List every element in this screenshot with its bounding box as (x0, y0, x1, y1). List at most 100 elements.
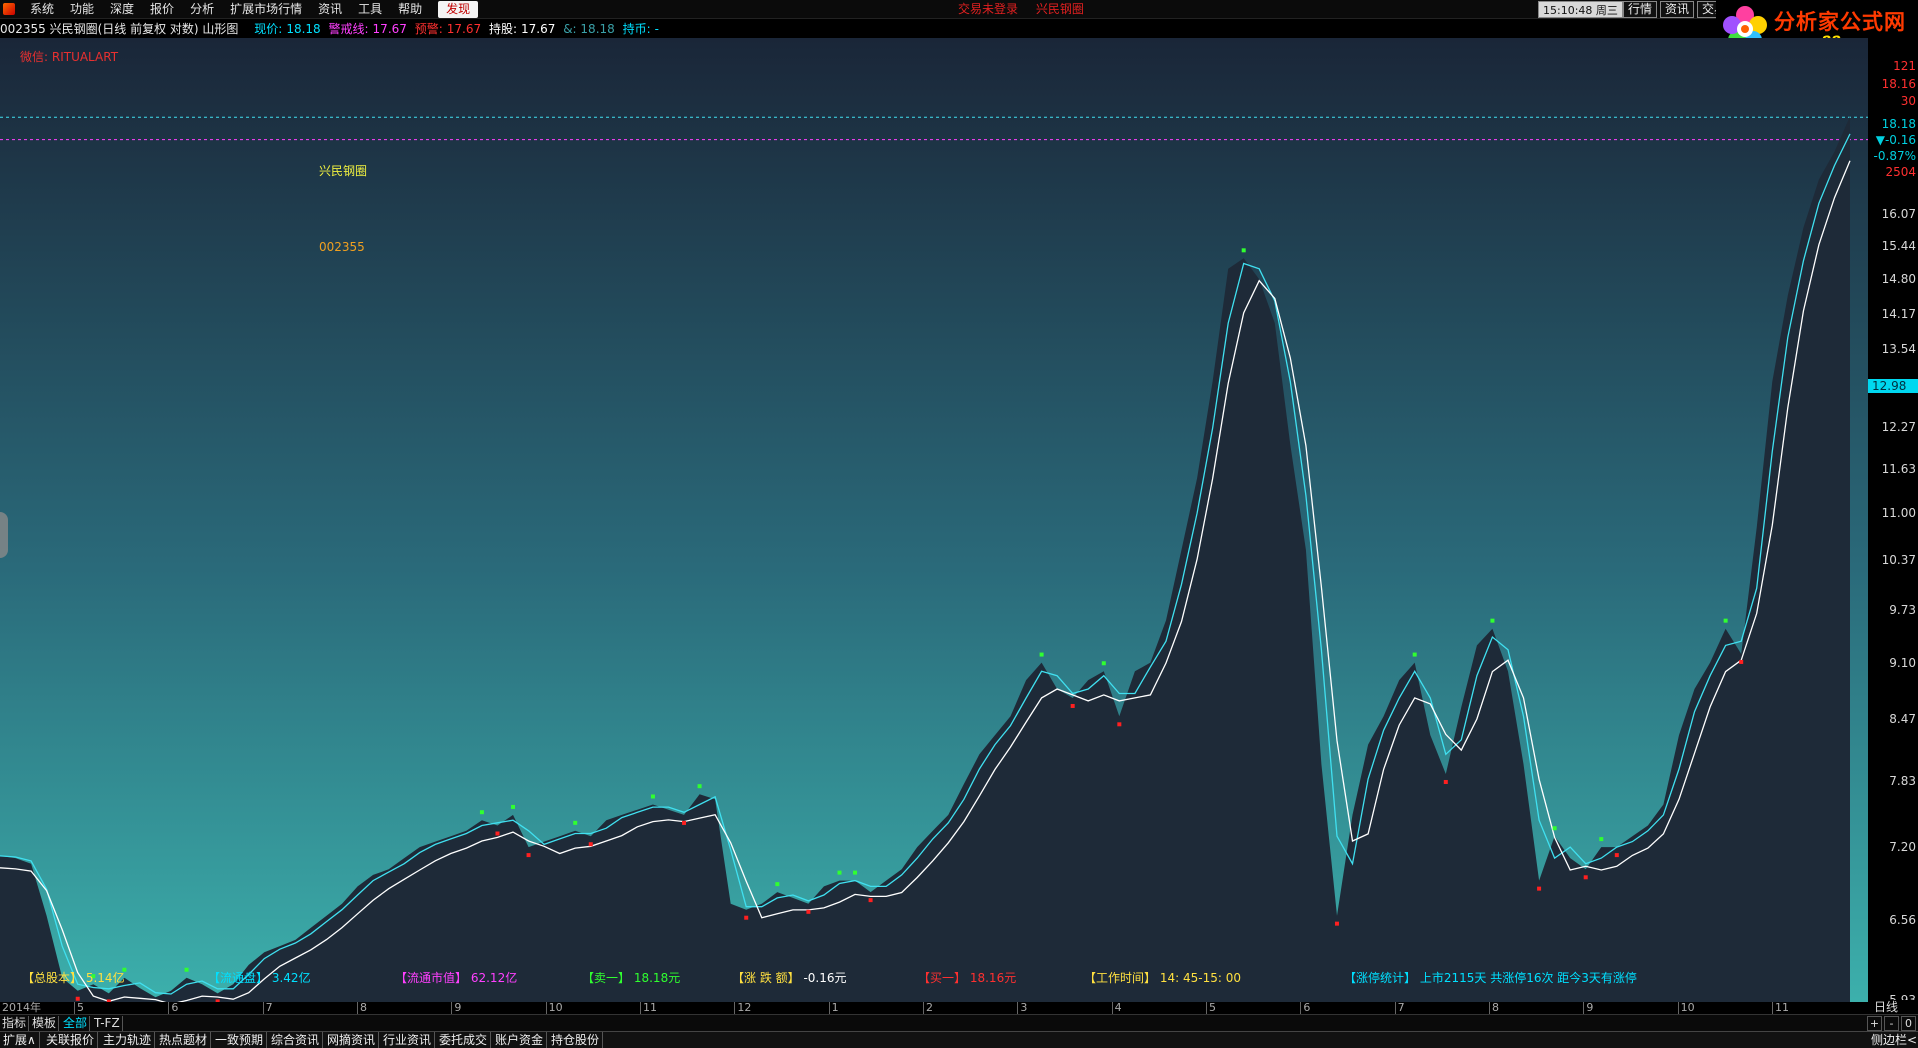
stat-work-time: 【工作时间】 14: 45-15: 00 (1084, 971, 1241, 985)
stat-bid1: 【买一】 18.16元 (918, 971, 1017, 985)
clock: 15:10:48 周三 (1538, 1, 1623, 18)
tab-consensus[interactable]: 一致预期 (212, 1032, 268, 1048)
trade-login-status[interactable]: 交易未登录 (958, 2, 1018, 16)
sell-signal-dot (1537, 886, 1542, 891)
current-stock-name: 兴民钢圈 (1035, 2, 1084, 16)
app-logo-icon[interactable] (3, 3, 15, 15)
tab-hot-topics[interactable]: 热点题材 (156, 1032, 212, 1048)
buy-signal-dot (1039, 652, 1044, 657)
tab-indicator[interactable]: 指标 (0, 1016, 30, 1031)
month-tick-label: 6 (168, 1002, 178, 1014)
tab-related-quotes[interactable]: 关联报价 (43, 1032, 99, 1048)
price-tick-label: 13.54 (1881, 342, 1916, 357)
coin-value: - (654, 22, 659, 36)
price-axis: 121 18.16 30 18.18 ▼-0.16 -0.87% 2504 16… (1868, 38, 1918, 1006)
period-label[interactable]: 日线 (1868, 1000, 1918, 1014)
menu-item-extended-market[interactable]: 扩展市场行情 (222, 1, 310, 18)
price-value: 18.18 (286, 22, 321, 36)
tab-market[interactable]: 行情 (1623, 1, 1658, 18)
price-tick-label: 9.10 (1889, 655, 1916, 670)
stat-ask1: 【卖一】 18.18元 (582, 971, 681, 985)
buy-signal-dot (1412, 652, 1417, 657)
sell-signal-dot (744, 915, 749, 920)
tab-t-fz[interactable]: T-FZ (92, 1016, 123, 1031)
top-tabs: 行情 资讯 交易 (1620, 1, 1732, 18)
tab-orders[interactable]: 委托成交 (436, 1032, 492, 1048)
price-tick-label: 11.63 (1881, 462, 1916, 477)
price-tick-label: 10.37 (1881, 552, 1916, 567)
buy-signal-dot (1490, 618, 1495, 623)
left-panel-handle[interactable] (0, 512, 8, 558)
hold-label: 持股: (488, 22, 518, 36)
rp-volume: 2504 (1885, 165, 1916, 179)
menu-item-tools[interactable]: 工具 (350, 1, 390, 18)
price-tick-label: 11.00 (1881, 506, 1916, 521)
date-axis: 2014年 5 6 7 8 9 10 11 12 1 2 3 4 5 6 7 8 9 10 11 (0, 1002, 1868, 1014)
coin-label: 持币: (622, 22, 651, 36)
chart-title[interactable]: 002355 兴民钢圈(日线 前复权 对数) 山形图 (0, 22, 238, 36)
menu-item-system[interactable]: 系统 (22, 1, 62, 18)
month-tick-label: 5 (1206, 1002, 1216, 1014)
month-tick-label: 9 (1583, 1002, 1593, 1014)
tab-all[interactable]: 全部 (61, 1016, 91, 1031)
price-tick-label: 6.56 (1889, 913, 1916, 928)
menu-item-news[interactable]: 资讯 (310, 1, 350, 18)
amp-value: &: 18.18 (563, 22, 615, 36)
buy-signal-dot (1723, 618, 1728, 623)
login-status: 交易未登录 兴民钢圈 (958, 1, 1098, 18)
menu-item-help[interactable]: 帮助 (390, 1, 430, 18)
stat-change-amount: 【涨 跌 额】 -0.16元 (732, 971, 847, 985)
sell-signal-dot (682, 820, 687, 825)
month-tick-label: 11 (1772, 1002, 1789, 1014)
buy-signal-dot (837, 870, 842, 875)
overlay-stock-code: 002355 (319, 240, 365, 254)
tab-industry-news[interactable]: 行业资讯 (380, 1032, 436, 1048)
tab-general-news[interactable]: 综合资讯 (268, 1032, 324, 1048)
sell-signal-dot (868, 898, 873, 903)
price-label: 现价: (254, 22, 283, 36)
buy-signal-dot (1241, 248, 1246, 253)
month-tick-label: 1 (828, 1002, 839, 1014)
price-tick-label: 7.83 (1889, 773, 1916, 788)
alert-label: 预警: (414, 22, 443, 36)
buy-signal-dot (479, 810, 484, 815)
menu-item-analysis[interactable]: 分析 (182, 1, 222, 18)
tab-positions[interactable]: 持仓股份 (548, 1032, 604, 1048)
brand-name: 分析家公式网 (1774, 10, 1906, 34)
tab-account-funds[interactable]: 账户资金 (492, 1032, 548, 1048)
rp-top-0: 121 (1893, 59, 1916, 73)
price-tick-label: 8.47 (1889, 712, 1916, 727)
mountain-chart[interactable] (0, 38, 1868, 1002)
menu-item-function[interactable]: 功能 (62, 1, 102, 18)
month-tick-label: 7 (262, 1002, 273, 1014)
stat-total-shares: 【总股本】 5.14亿 (22, 971, 125, 985)
sell-signal-dot (1583, 875, 1588, 880)
zoom-out-button[interactable]: - (1884, 1016, 1899, 1031)
price-tick-label: 14.80 (1881, 272, 1916, 287)
chart-info-line: 002355 兴民钢圈(日线 前复权 对数) 山形图 现价: 18.18 警戒线:… (0, 20, 1716, 38)
sell-signal-dot (1334, 921, 1339, 926)
sidebar-toggle[interactable]: 侧边栏< (1868, 1032, 1917, 1048)
zoom-reset-button[interactable]: 0 (1901, 1016, 1916, 1031)
month-tick-label: 5 (74, 1002, 84, 1014)
menu-item-quote[interactable]: 报价 (142, 1, 182, 18)
tab-web-news[interactable]: 网摘资讯 (324, 1032, 380, 1048)
menu-item-depth[interactable]: 深度 (102, 1, 142, 18)
tab-template[interactable]: 模板 (30, 1016, 60, 1031)
tab-main-force[interactable]: 主力轨迹 (100, 1032, 156, 1048)
tab-news[interactable]: 资讯 (1660, 1, 1695, 18)
tab-expand[interactable]: 扩展∧ (0, 1032, 40, 1048)
buy-signal-dot (650, 794, 655, 799)
price-tick-label: 12.27 (1881, 420, 1916, 435)
buy-signal-dot (697, 784, 702, 789)
price-tick-label: 15.44 (1881, 238, 1916, 253)
hold-value: 17.67 (521, 22, 556, 36)
warn-value: 17.67 (372, 22, 407, 36)
sell-signal-dot (1117, 722, 1122, 727)
zoom-in-button[interactable]: + (1867, 1016, 1882, 1031)
current-price-marker: 12.98 (1868, 379, 1918, 393)
sell-signal-dot (495, 831, 500, 836)
rp-pct: -0.87% (1873, 149, 1916, 163)
menu-item-discover[interactable]: 发现 (438, 1, 479, 18)
month-tick-label: 2 (923, 1002, 933, 1014)
